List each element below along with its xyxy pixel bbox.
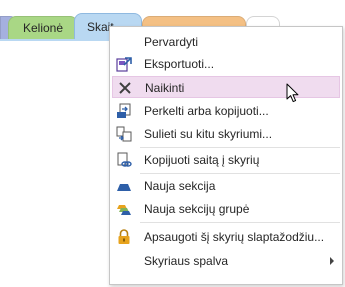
- lock-icon: [112, 226, 136, 248]
- move-copy-icon: [112, 100, 136, 122]
- menu-item-label: Naikinti: [145, 81, 185, 95]
- menu-separator: [140, 222, 340, 223]
- menu-item-delete[interactable]: Naikinti: [112, 76, 340, 98]
- mouse-cursor-icon: [286, 83, 300, 103]
- section-tab-kelione[interactable]: Kelionė: [8, 16, 78, 40]
- section-context-menu: Pervardyti Eksportuoti... Naikinti Perke…: [109, 26, 343, 285]
- menu-item-copy-link[interactable]: Kopijuoti saitą į skyrių: [112, 149, 340, 171]
- menu-item-label: Nauja sekcijų grupė: [144, 202, 250, 216]
- copy-link-icon: [112, 149, 136, 171]
- menu-item-label: Sulieti su kitu skyriumi...: [144, 127, 273, 141]
- menu-item-export[interactable]: Eksportuoti...: [112, 53, 340, 75]
- submenu-arrow-icon: [330, 257, 334, 265]
- menu-item-label: Kopijuoti saitą į skyrių: [144, 153, 260, 167]
- menu-item-label: Apsaugoti šį skyrių slaptažodžiu...: [144, 230, 325, 244]
- new-section-icon: [112, 175, 136, 197]
- menu-item-section-color[interactable]: Skyriaus spalva: [112, 250, 340, 272]
- export-icon: [112, 53, 136, 75]
- active-tab-underline: [0, 39, 110, 41]
- section-tab-label: Kelionė: [23, 21, 64, 35]
- menu-item-password-protect[interactable]: Apsaugoti šį skyrių slaptažodžiu...: [112, 226, 340, 248]
- new-section-group-icon: [112, 198, 136, 220]
- menu-item-move-copy[interactable]: Perkelti arba kopijuoti...: [112, 100, 340, 122]
- menu-item-rename[interactable]: Pervardyti: [112, 31, 340, 53]
- menu-separator: [140, 173, 340, 174]
- menu-item-label: Perkelti arba kopijuoti...: [144, 104, 269, 118]
- menu-separator: [140, 147, 340, 148]
- menu-item-new-section-group[interactable]: Nauja sekcijų grupė: [112, 198, 340, 220]
- menu-item-merge[interactable]: Sulieti su kitu skyriumi...: [112, 123, 340, 145]
- menu-item-label: Pervardyti: [144, 35, 199, 49]
- menu-item-new-section[interactable]: Nauja sekcija: [112, 175, 340, 197]
- menu-item-label: Skyriaus spalva: [144, 254, 229, 268]
- delete-x-icon: [113, 77, 137, 99]
- merge-icon: [112, 123, 136, 145]
- menu-item-label: Eksportuoti...: [144, 57, 215, 71]
- menu-item-label: Nauja sekcija: [144, 179, 216, 193]
